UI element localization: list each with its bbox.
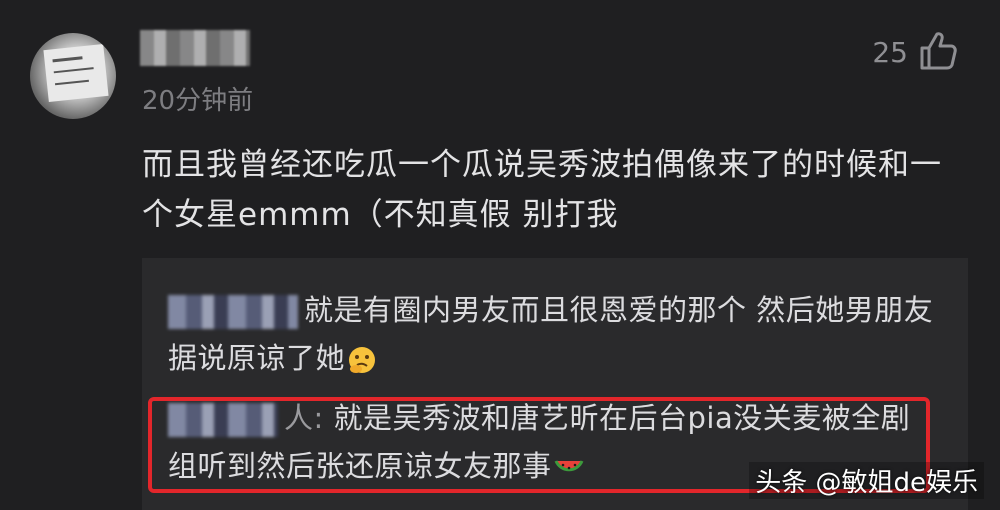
reply-author-blurred[interactable] xyxy=(168,295,298,329)
like-count: 25 xyxy=(872,36,908,69)
reply-item[interactable]: 就是有圈内男友而且很恩爱的那个 然后她男朋友据说原谅了她 xyxy=(168,286,938,382)
comment-text: 而且我曾经还吃瓜一个瓜说吴秀波拍偶像来了的时候和一个女星emmm（不知真假 别打… xyxy=(142,147,942,233)
username-blurred[interactable] xyxy=(140,30,250,66)
thinking-face-icon xyxy=(349,347,376,373)
comment-screen: 25 20分钟前 而且我曾经还吃瓜一个瓜说吴秀波拍偶像来了的时候和一个女星emm… xyxy=(0,0,1000,510)
avatar[interactable] xyxy=(30,33,116,119)
source-watermark: 头条 @敏姐de娱乐 xyxy=(749,462,984,499)
comment-timestamp: 20分钟前 xyxy=(142,86,254,116)
avatar-image xyxy=(43,44,109,102)
thumbs-up-icon[interactable] xyxy=(918,30,958,72)
